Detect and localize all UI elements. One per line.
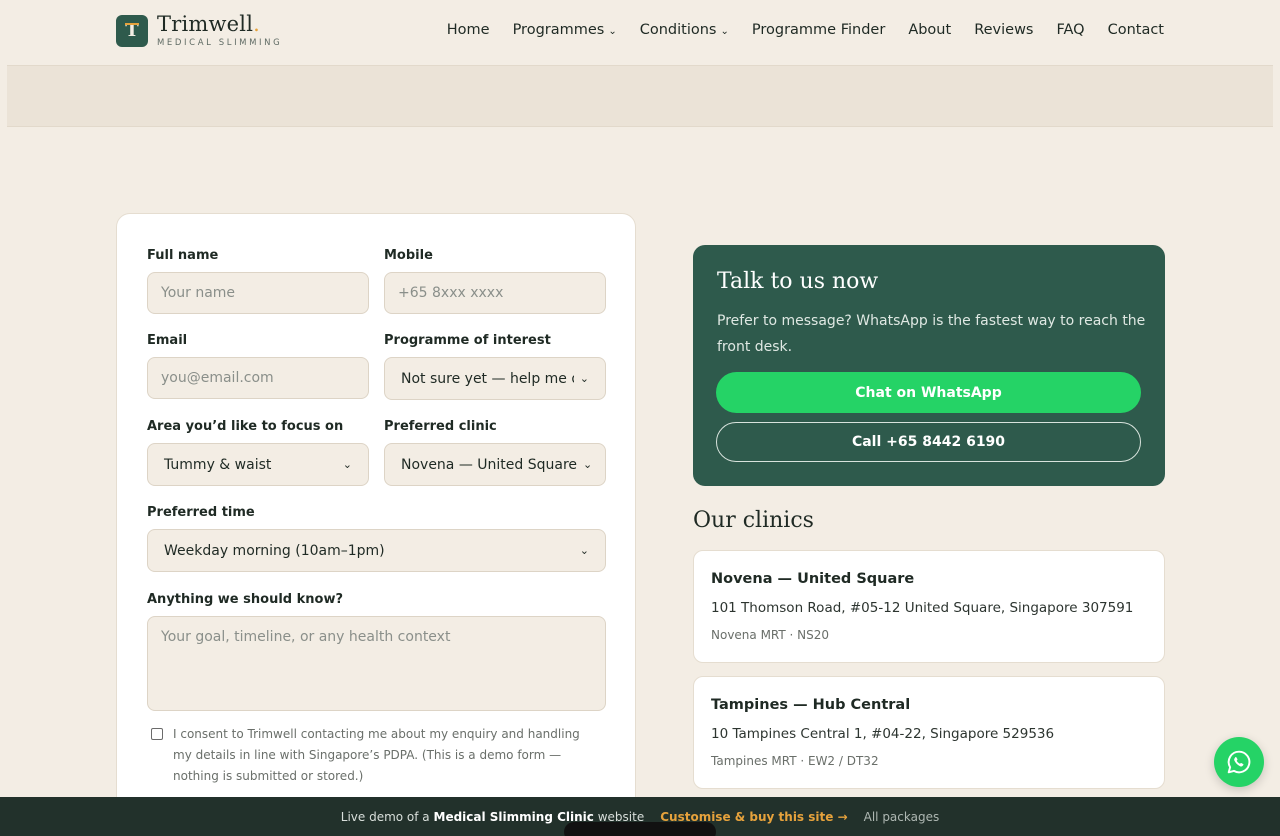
nav-conditions-label: Conditions xyxy=(639,22,717,38)
all-packages-link[interactable]: All packages xyxy=(864,810,940,824)
full-name-label: Full name xyxy=(147,248,219,263)
notes-textarea[interactable]: Your goal, timeline, or any health conte… xyxy=(147,616,606,711)
main-nav: Home Programmes ⌄ Conditions ⌄ Programme F… xyxy=(447,22,1164,38)
logo-mark-icon: T xyxy=(116,14,148,47)
nav-conditions[interactable]: Conditions ⌄ xyxy=(640,22,729,38)
nav-home-label: Home xyxy=(446,22,490,38)
clinics-title: Our clinics xyxy=(693,508,814,533)
chevron-down-icon: ⌄ xyxy=(342,458,352,471)
time-select[interactable]: Weekday morning (10am–1pm) ⌄ xyxy=(147,529,606,572)
demo-bar-prefix: Live demo of a xyxy=(340,809,430,824)
brand-name-text: Trimwell xyxy=(157,12,254,36)
clinic-card-tampines[interactable]: Tampines — Hub Central 10 Tampines Centr… xyxy=(693,676,1165,789)
logo-mark-letter: T xyxy=(125,20,139,42)
whatsapp-fab[interactable] xyxy=(1214,737,1264,787)
demo-bar-site-type: Medical Slimming Clinic xyxy=(433,809,594,824)
clinic-address: 10 Tampines Central 1, #04-22, Singapore… xyxy=(711,726,1055,742)
consent-row: I consent to Trimwell contacting me abou… xyxy=(151,724,591,787)
clinic-address: 101 Thomson Road, #05-12 United Square, … xyxy=(711,600,1134,616)
brand-logo[interactable]: T Trimwell. MEDICAL SLIMMING xyxy=(116,14,282,48)
consent-checkbox[interactable] xyxy=(151,728,163,740)
clinic-label: Preferred clinic xyxy=(384,419,497,434)
nav-about-label: About xyxy=(908,22,952,38)
call-button-label: Call +65 8442 6190 xyxy=(851,434,1006,450)
whatsapp-button-label: Chat on WhatsApp xyxy=(855,384,1002,401)
nav-programmes[interactable]: Programmes ⌄ xyxy=(513,22,617,38)
talk-title: Talk to us now xyxy=(717,269,879,294)
nav-reviews-label: Reviews xyxy=(974,22,1034,38)
clinic-select[interactable]: Novena — United Square ⌄ xyxy=(384,443,606,486)
call-button[interactable]: Call +65 8442 6190 xyxy=(716,422,1141,462)
enquiry-form: Full name Your name Mobile +65 8xxx xxxx… xyxy=(116,213,636,813)
brand-subtitle: MEDICAL SLIMMING xyxy=(157,38,283,48)
nav-contact-label: Contact xyxy=(1107,22,1164,38)
nav-reviews[interactable]: Reviews xyxy=(974,22,1033,38)
chevron-down-icon: ⌄ xyxy=(579,544,589,557)
mobile-input[interactable]: +65 8xxx xxxx xyxy=(384,272,606,314)
programme-label: Programme of interest xyxy=(384,333,551,348)
chevron-down-icon: ⌄ xyxy=(583,458,593,471)
full-name-input[interactable]: Your name xyxy=(147,272,369,314)
chevron-down-icon: ⌄ xyxy=(720,26,729,37)
talk-to-us-card: Talk to us now Prefer to message? WhatsA… xyxy=(693,245,1165,486)
nav-contact[interactable]: Contact xyxy=(1108,22,1164,38)
nav-programme-finder-label: Programme Finder xyxy=(751,22,886,38)
area-select-value: Tummy & waist xyxy=(164,456,272,473)
clinic-card-novena[interactable]: Novena — United Square 101 Thomson Road,… xyxy=(693,550,1165,663)
clinic-mrt: Novena MRT · NS20 xyxy=(711,628,830,642)
programme-select-value: Not sure yet — help me decide xyxy=(401,370,574,387)
hero-band xyxy=(7,65,1273,127)
time-select-value: Weekday morning (10am–1pm) xyxy=(164,542,385,559)
logo-text: Trimwell. MEDICAL SLIMMING xyxy=(157,14,282,48)
whatsapp-icon xyxy=(1227,750,1251,774)
nav-about[interactable]: About xyxy=(908,22,951,38)
whatsapp-button[interactable]: Chat on WhatsApp xyxy=(716,372,1141,413)
floating-toolbar xyxy=(564,822,716,836)
nav-home[interactable]: Home xyxy=(447,22,490,38)
nav-programmes-label: Programmes xyxy=(512,22,605,38)
email-input[interactable]: you@email.com xyxy=(147,357,369,399)
brand-name: Trimwell. xyxy=(157,14,282,35)
area-label: Area you’d like to focus on xyxy=(147,419,344,434)
time-label: Preferred time xyxy=(147,505,255,520)
nav-faq-label: FAQ xyxy=(1056,22,1085,38)
clinic-select-value: Novena — United Square xyxy=(401,456,578,473)
email-label: Email xyxy=(147,333,188,348)
site-header: T Trimwell. MEDICAL SLIMMING Home Progra… xyxy=(0,0,1280,64)
nav-programme-finder[interactable]: Programme Finder xyxy=(752,22,885,38)
talk-description: Prefer to message? WhatsApp is the faste… xyxy=(717,313,1146,355)
chevron-down-icon: ⌄ xyxy=(579,372,589,385)
clinic-name: Novena — United Square xyxy=(711,571,915,587)
clinic-name: Tampines — Hub Central xyxy=(711,697,911,713)
consent-text: I consent to Trimwell contacting me abou… xyxy=(173,727,580,783)
nav-faq[interactable]: FAQ xyxy=(1056,22,1084,38)
programme-select[interactable]: Not sure yet — help me decide ⌄ xyxy=(384,357,606,400)
clinic-mrt: Tampines MRT · EW2 / DT32 xyxy=(711,754,879,768)
brand-name-dot: . xyxy=(253,12,261,36)
chevron-down-icon: ⌄ xyxy=(608,26,617,37)
notes-label: Anything we should know? xyxy=(147,592,344,607)
mobile-label: Mobile xyxy=(384,248,433,263)
area-select[interactable]: Tummy & waist ⌄ xyxy=(147,443,369,486)
